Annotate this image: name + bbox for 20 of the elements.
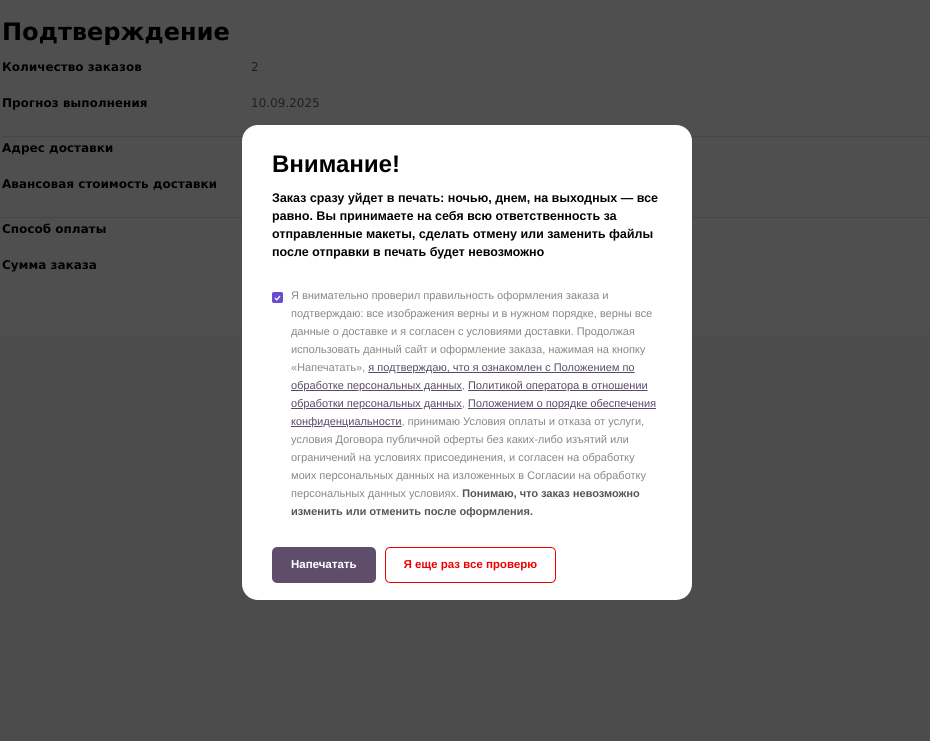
page-title: Подтверждение <box>2 18 231 46</box>
field-label: Способ оплаты <box>2 222 108 236</box>
print-button[interactable]: Напечатать <box>272 547 376 583</box>
field-label: Авансовая стоимость доставки <box>2 177 218 191</box>
field-label: Адрес доставки <box>2 141 114 155</box>
recheck-button[interactable]: Я еще раз все проверю <box>384 547 556 583</box>
policy-link[interactable]: Политикой оператора в отношении <box>468 380 648 392</box>
field-label: Количество заказов <box>2 60 143 74</box>
policy-link[interactable]: я подтверждаю, что я ознакомлен с Положением по <box>368 362 635 374</box>
policy-link[interactable]: обработки персональных данных <box>291 398 462 410</box>
consent-checkbox[interactable] <box>272 292 283 303</box>
dialog-title: Внимание! <box>272 151 401 179</box>
field-label: Прогноз выполнения <box>2 96 148 110</box>
policy-link[interactable]: Положением о порядке обеспечения <box>468 398 656 410</box>
check-icon <box>274 294 281 300</box>
field-label: Сумма заказа <box>2 258 98 272</box>
consent-text: Я внимательно проверил правильность оформления заказа и подтверждаю: все изображения верны и в нужном порядке, верны все данные о доставке и я согласен с условиями доставки. Продолжая использовать данный сайт и оформление заказа, нажимая на кнопку «Напечатать», я подтверждаю, что я ознакомлен с Положением по обработке персональных данных, Политикой оператора в отношении обработки персональных данных, Положением о порядке обеспечения конфиденциальности, принимаю Условия оплаты и отказа от услуги, условия Договора публичной оферты без каких-либо изъятий или ограничений на условиях присоединения, и согласен на обработку моих персональных данных на изложенных в Согласии на обработку персональных данных условиях. Понимаю, что заказ невозможно изменить или отменить после оформления. <box>291 289 658 520</box>
warning-text: Заказ сразу уйдет в печать: ночью, днем, на выходных — все равно. Вы принимаете на себя всю ответственность за отправленные макеты, сделать отмену или заменить файлы после отправки в печать будет невозможно <box>272 190 659 261</box>
policy-link[interactable]: конфиденциальности <box>291 416 402 428</box>
policy-link[interactable]: обработке персональных данных <box>291 380 462 392</box>
